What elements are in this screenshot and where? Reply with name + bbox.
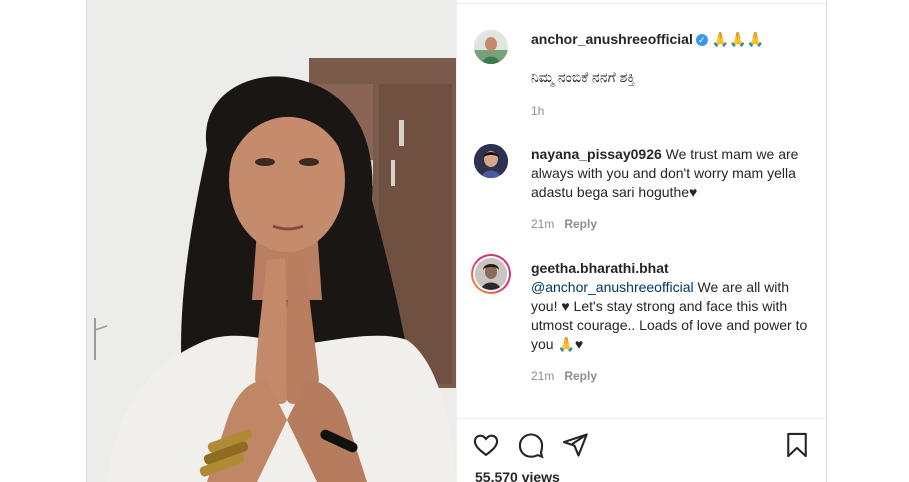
- comment-mention[interactable]: @anchor_anushreeofficial: [531, 279, 694, 295]
- avatar-image: [474, 144, 508, 178]
- comment-text: geetha.bharathi.bhat @anchor_anushreeoff…: [531, 259, 811, 354]
- comment-icon[interactable]: [517, 431, 545, 459]
- video-frame-illustration: [87, 0, 456, 482]
- comment-meta: 21m Reply: [531, 217, 597, 231]
- heart-icon[interactable]: [472, 431, 500, 459]
- comment-meta: 21m Reply: [531, 369, 597, 383]
- comments-list[interactable]: anchor_anushreeofficial ✓ 🙏🙏🙏 ನಿಮ್ಮ ನಂಬಿಕೆ…: [457, 0, 826, 418]
- caption-text-block: anchor_anushreeofficial ✓ 🙏🙏🙏: [531, 30, 811, 49]
- caption-username[interactable]: anchor_anushreeofficial: [531, 31, 693, 47]
- action-bar: 55,570 views: [457, 418, 826, 482]
- comment-text: nayana_pissay0926 We trust mam we are al…: [531, 145, 811, 202]
- avatar-image: [474, 30, 508, 64]
- caption-emoji: 🙏🙏🙏: [711, 31, 765, 47]
- avatar[interactable]: [474, 144, 508, 178]
- post-sidebar: anchor_anushreeofficial ✓ 🙏🙏🙏 ನಿಮ್ಮ ನಂಬಿಕೆ…: [457, 0, 826, 482]
- caption-text: ನಿಮ್ಮ ನಂಬಿಕೆ ನನಗೆ ಶಕ್ತಿ: [531, 69, 636, 85]
- reply-button[interactable]: Reply: [564, 369, 597, 383]
- instagram-post: anchor_anushreeofficial ✓ 🙏🙏🙏 ನಿಮ್ಮ ನಂಬಿಕೆ…: [86, 0, 827, 482]
- paper-plane-icon[interactable]: [561, 431, 589, 459]
- avatar-image: [475, 258, 507, 290]
- comment-username[interactable]: nayana_pissay0926: [531, 146, 662, 162]
- divider: [457, 3, 826, 4]
- reply-button[interactable]: Reply: [564, 217, 597, 231]
- bookmark-icon[interactable]: [783, 431, 811, 459]
- comment-timestamp: 21m: [531, 369, 555, 383]
- view-count[interactable]: 55,570 views: [475, 469, 560, 482]
- comment-timestamp: 21m: [531, 217, 555, 231]
- comment-username[interactable]: geetha.bharathi.bhat: [531, 260, 669, 276]
- avatar[interactable]: [474, 30, 508, 64]
- avatar-story-ring[interactable]: [471, 254, 511, 294]
- avatar: [475, 258, 507, 290]
- verified-badge-icon: ✓: [695, 34, 708, 46]
- caption-timestamp: 1h: [531, 104, 545, 118]
- post-video[interactable]: [87, 0, 457, 482]
